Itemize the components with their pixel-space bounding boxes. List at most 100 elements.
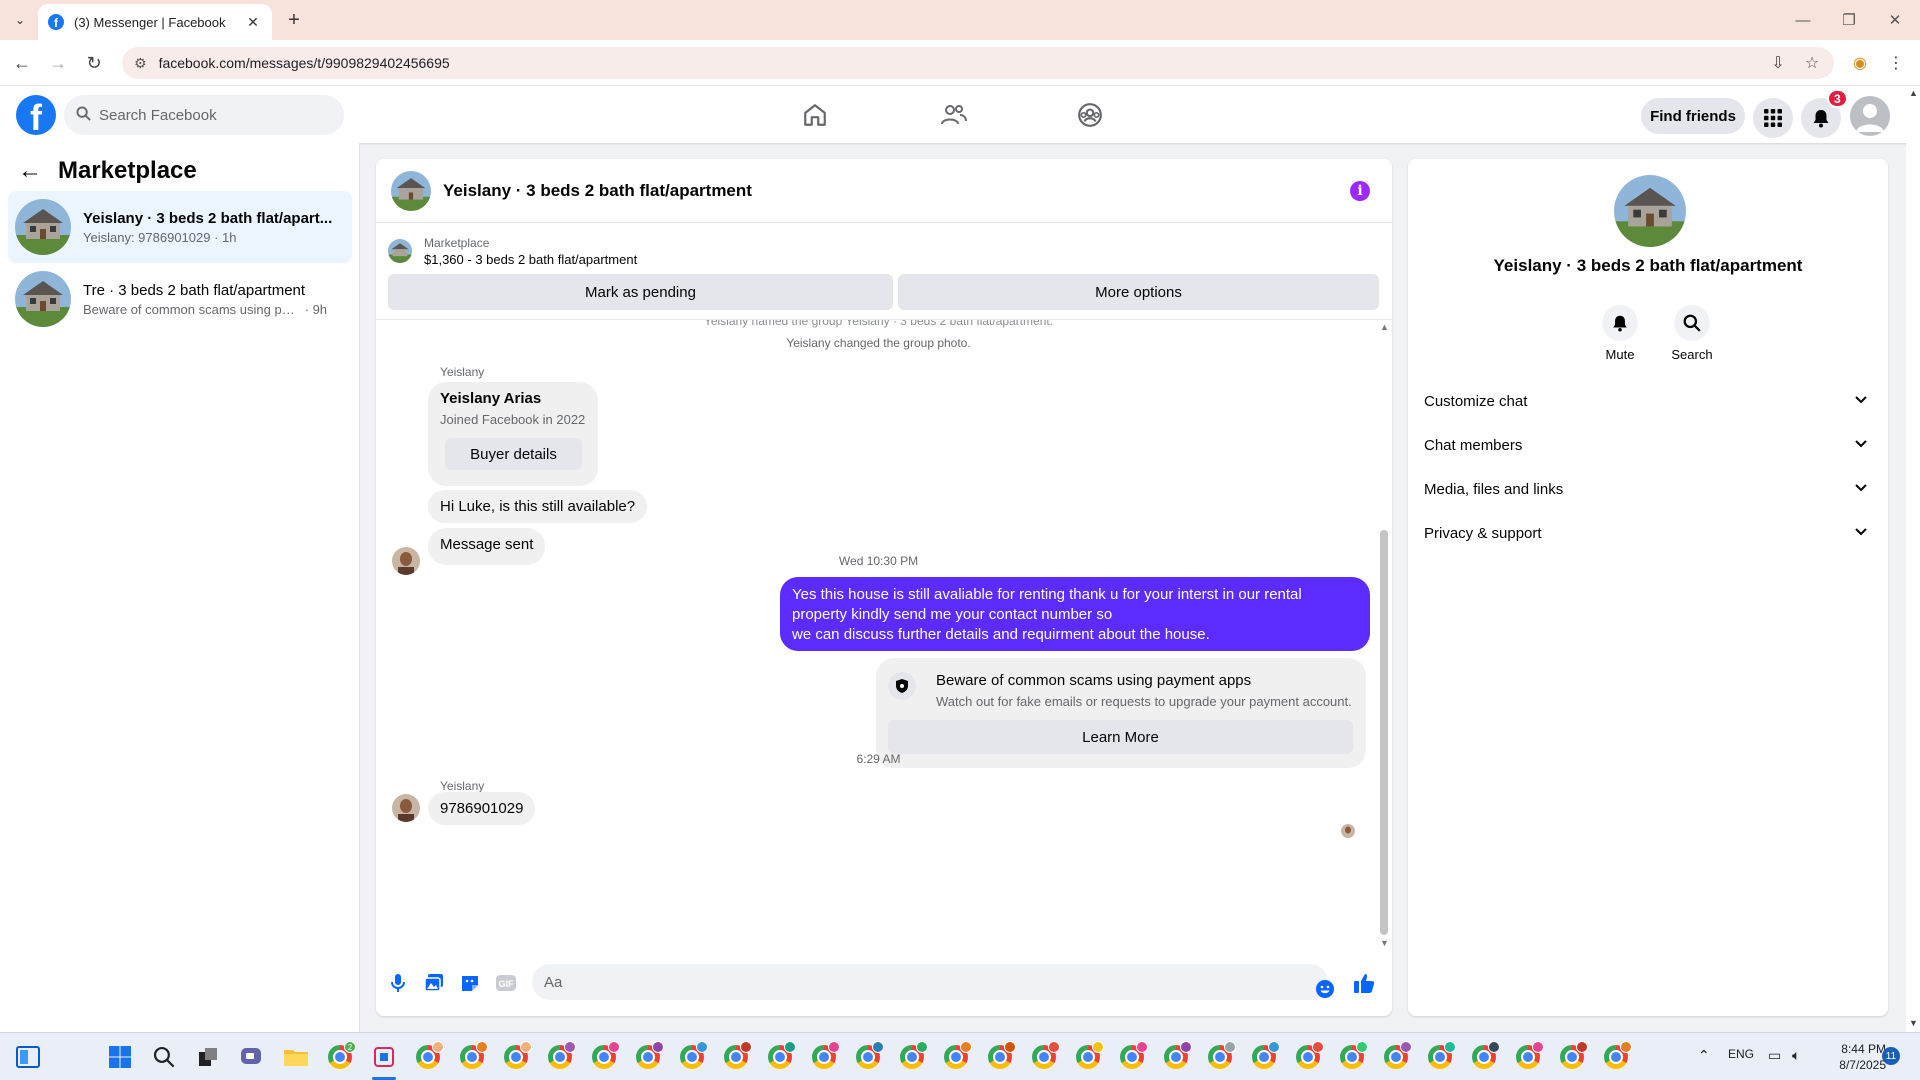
chrome-profile-window-icon[interactable]	[984, 1041, 1016, 1073]
chat-members-row[interactable]: Chat members	[1416, 423, 1880, 467]
chrome-profile-window-icon[interactable]	[1468, 1041, 1500, 1073]
find-friends-button[interactable]: Find friends	[1641, 98, 1745, 134]
network-icon[interactable]: ▭	[1768, 1047, 1781, 1064]
chrome-profile-window-icon[interactable]	[1204, 1041, 1236, 1073]
file-explorer-icon[interactable]	[280, 1041, 312, 1073]
chrome-profile-window-icon[interactable]	[1336, 1041, 1368, 1073]
scroll-down-arrow-icon[interactable]: ▼	[1380, 938, 1389, 948]
friends-icon[interactable]	[933, 98, 973, 132]
windows-start-icon[interactable]	[104, 1041, 136, 1073]
chrome-profile-window-icon[interactable]	[1380, 1041, 1412, 1073]
conversation-info-icon[interactable]: i	[1350, 181, 1370, 201]
teams-chat-icon[interactable]	[236, 1041, 268, 1073]
minimize-button[interactable]: —	[1780, 8, 1826, 32]
browser-menu-icon[interactable]: ⋮	[1882, 47, 1910, 79]
message-input[interactable]	[544, 973, 1284, 991]
scroll-up-arrow-icon[interactable]: ▲	[1380, 322, 1389, 332]
photo-icon[interactable]	[422, 971, 446, 995]
chrome-profile-window-icon[interactable]	[1512, 1041, 1544, 1073]
forward-icon[interactable]: →	[46, 51, 70, 75]
chrome-profile-window-icon[interactable]	[940, 1041, 972, 1073]
show-hidden-icons-chevron-icon[interactable]: ⌃	[1698, 1047, 1710, 1064]
gif-icon[interactable]: GIF	[494, 971, 518, 995]
more-options-button[interactable]: More options	[898, 274, 1379, 310]
chrome-profile-window-icon[interactable]	[1424, 1041, 1456, 1073]
chrome-profile-window-icon[interactable]	[544, 1041, 576, 1073]
restore-button[interactable]: ❐	[1826, 8, 1872, 32]
facebook-search-input[interactable]	[99, 106, 319, 124]
customize-chat-row[interactable]: Customize chat	[1416, 379, 1880, 423]
search-in-conversation-button[interactable]: Search	[1662, 305, 1722, 362]
profile-icon[interactable]: ◉	[1846, 47, 1874, 79]
back-arrow-icon[interactable]: ←	[18, 157, 42, 185]
site-info-icon[interactable]: ⚙	[134, 55, 147, 72]
chrome-profile-window-icon[interactable]	[1248, 1041, 1280, 1073]
close-window-button[interactable]: ✕	[1872, 8, 1918, 32]
chrome-profile-window-icon[interactable]	[588, 1041, 620, 1073]
chrome-profile-window-icon[interactable]	[1556, 1041, 1588, 1073]
install-app-icon[interactable]: ⇩	[1764, 47, 1792, 79]
group-photo-large[interactable]	[1614, 175, 1686, 247]
notification-count-badge[interactable]: 11	[1882, 1047, 1900, 1065]
chrome-profile-window-icon[interactable]	[632, 1041, 664, 1073]
thumbs-up-icon[interactable]	[1352, 971, 1376, 995]
chrome-profile-window-icon[interactable]	[412, 1041, 444, 1073]
close-tab-icon[interactable]: ✕	[244, 14, 262, 31]
snipping-tool-icon[interactable]	[368, 1041, 400, 1073]
groups-icon[interactable]	[1070, 98, 1110, 132]
account-avatar[interactable]	[1850, 96, 1890, 136]
incoming-message[interactable]: Hi Luke, is this still available?	[428, 490, 648, 523]
emoji-icon[interactable]	[1313, 977, 1337, 1001]
group-photo[interactable]	[391, 170, 431, 211]
task-view-icon[interactable]	[192, 1041, 224, 1073]
tab-search-button[interactable]: ⌄	[8, 8, 32, 32]
learn-more-button[interactable]: Learn More	[888, 720, 1353, 754]
chrome-profile-window-icon[interactable]	[896, 1041, 928, 1073]
scroll-down-arrow-icon[interactable]: ▼	[1909, 1018, 1918, 1028]
home-icon[interactable]	[795, 98, 835, 132]
conversation-item[interactable]: Tre · 3 beds 2 bath flat/apartment Bewar…	[8, 263, 352, 335]
chrome-profile-window-icon[interactable]	[1292, 1041, 1324, 1073]
browser-tab-messenger[interactable]: f (3) Messenger | Facebook ✕	[38, 4, 272, 40]
mark-as-pending-button[interactable]: Mark as pending	[388, 274, 893, 310]
scrollbar-thumb[interactable]	[1380, 530, 1388, 935]
back-icon[interactable]: ←	[10, 51, 34, 75]
address-bar[interactable]: ⚙ facebook.com/messages/t/99098294024566…	[122, 47, 1834, 79]
chrome-profile-window-icon[interactable]	[764, 1041, 796, 1073]
page-scrollbar[interactable]: ▲ ▼	[1906, 86, 1920, 1032]
facebook-logo-icon[interactable]: f	[16, 95, 56, 135]
chrome-taskbar-icon[interactable]: 2	[324, 1041, 356, 1073]
chrome-profile-window-icon[interactable]	[808, 1041, 840, 1073]
new-tab-button[interactable]: +	[282, 8, 306, 32]
chrome-profile-window-icon[interactable]	[720, 1041, 752, 1073]
conversation-item[interactable]: Yeislany · 3 beds 2 bath flat/apart... Y…	[8, 191, 352, 263]
language-indicator[interactable]: ENG	[1728, 1047, 1754, 1061]
thread-scrollbar[interactable]: ▲ ▼	[1377, 320, 1391, 950]
microphone-icon[interactable]	[386, 971, 410, 995]
chrome-profile-window-icon[interactable]	[676, 1041, 708, 1073]
taskbar-search-icon[interactable]	[148, 1041, 180, 1073]
chrome-profile-window-icon[interactable]	[1028, 1041, 1060, 1073]
chrome-profile-window-icon[interactable]	[1160, 1041, 1192, 1073]
scroll-up-arrow-icon[interactable]: ▲	[1909, 88, 1918, 98]
chrome-profile-window-icon[interactable]	[852, 1041, 884, 1073]
chrome-profile-window-icon[interactable]	[1116, 1041, 1148, 1073]
widgets-icon[interactable]	[12, 1041, 44, 1073]
chrome-profile-window-icon[interactable]	[1600, 1041, 1632, 1073]
bookmark-star-icon[interactable]: ☆	[1798, 47, 1826, 79]
outgoing-message[interactable]: Yes this house is still avaliable for re…	[780, 577, 1370, 651]
system-clock[interactable]: 8:44 PM 8/7/2025	[1816, 1041, 1886, 1073]
sender-avatar[interactable]	[392, 794, 420, 822]
marketplace-listing-bar[interactable]: Marketplace $1,360 - 3 beds 2 bath flat/…	[388, 231, 1378, 271]
chrome-profile-window-icon[interactable]	[1072, 1041, 1104, 1073]
facebook-search[interactable]	[64, 95, 344, 135]
incoming-message[interactable]: 9786901029	[428, 792, 536, 825]
media-files-links-row[interactable]: Media, files and links	[1416, 467, 1880, 511]
reload-icon[interactable]: ↻	[82, 51, 106, 75]
volume-icon[interactable]: 🔈︎	[1792, 1047, 1800, 1064]
mute-button[interactable]: Mute	[1590, 305, 1650, 362]
privacy-support-row[interactable]: Privacy & support	[1416, 511, 1880, 555]
sticker-icon[interactable]	[458, 971, 482, 995]
message-input-box[interactable]	[532, 964, 1328, 1000]
chrome-profile-window-icon[interactable]	[500, 1041, 532, 1073]
